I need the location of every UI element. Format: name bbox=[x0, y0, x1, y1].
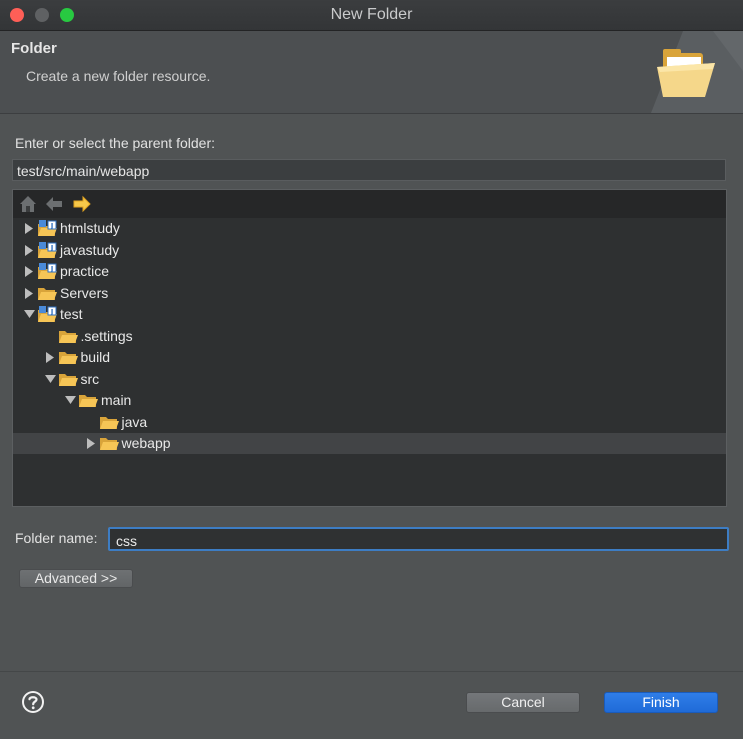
chevron-down-icon[interactable] bbox=[65, 390, 76, 411]
svg-text:J: J bbox=[50, 265, 54, 273]
tree-item-webapp[interactable]: webapp bbox=[13, 433, 726, 454]
chevron-down-icon[interactable] bbox=[44, 369, 56, 390]
folder-icon bbox=[99, 414, 119, 431]
tree-item-label: main bbox=[101, 392, 132, 408]
chevron-down-icon[interactable] bbox=[24, 304, 35, 325]
window-title: New Folder bbox=[330, 6, 413, 23]
project-icon: J bbox=[37, 306, 57, 323]
tree-item-label: java bbox=[121, 413, 148, 430]
folder-icon bbox=[78, 392, 98, 409]
new-folder-dialog: New Folder Folder Create a new folder re… bbox=[0, 0, 743, 739]
tree-item-settings[interactable]: .settings bbox=[13, 326, 726, 347]
cancel-button[interactable]: Cancel bbox=[466, 692, 580, 713]
tree-item-java[interactable]: java bbox=[13, 412, 726, 433]
folder-icon bbox=[58, 371, 78, 388]
tree-item-javastudy[interactable]: Jjavastudy bbox=[13, 240, 726, 261]
tree-toolbar bbox=[13, 190, 726, 218]
tree-item-label: .settings bbox=[80, 327, 133, 344]
tree-item-label: htmlstudy bbox=[60, 220, 120, 236]
folder-icon bbox=[99, 435, 119, 452]
tree-item-practice[interactable]: Jpractice bbox=[13, 261, 726, 282]
parent-folder-label: Enter or select the parent folder: bbox=[15, 135, 215, 151]
tree-body: Jhtmlstudy Jjavastudy Jpractice Servers Jtes… bbox=[13, 218, 726, 506]
svg-text:J: J bbox=[50, 222, 54, 230]
folder-icon bbox=[37, 285, 57, 302]
chevron-right-icon[interactable] bbox=[24, 218, 34, 239]
tree-item-label: practice bbox=[60, 263, 110, 279]
tree-item-test[interactable]: Jtest bbox=[13, 304, 726, 325]
chevron-right-icon[interactable] bbox=[86, 433, 96, 454]
open-folder-icon bbox=[643, 31, 743, 113]
tree-item-src[interactable]: src bbox=[13, 369, 726, 390]
back-arrow-icon[interactable] bbox=[44, 194, 64, 214]
banner-title: Folder bbox=[11, 40, 57, 57]
svg-text:J: J bbox=[50, 308, 54, 316]
folder-icon bbox=[58, 328, 78, 345]
parent-folder-input[interactable]: test/src/main/webapp bbox=[12, 159, 726, 181]
title-bar: New Folder bbox=[0, 0, 743, 31]
tree-item-label: webapp bbox=[121, 435, 171, 451]
finish-button[interactable]: Finish bbox=[604, 692, 718, 713]
home-icon[interactable] bbox=[18, 194, 38, 214]
forward-arrow-icon[interactable] bbox=[72, 194, 92, 214]
footer-separator bbox=[0, 671, 743, 672]
tree-item-label: build bbox=[80, 349, 111, 365]
tree-item-label: src bbox=[80, 370, 100, 387]
svg-text:J: J bbox=[50, 244, 54, 252]
project-icon: J bbox=[37, 241, 57, 259]
chevron-right-icon[interactable] bbox=[24, 283, 34, 304]
folder-tree[interactable]: Jhtmlstudy Jjavastudy Jpractice Servers Jtes… bbox=[12, 189, 727, 507]
project-icon: J bbox=[37, 220, 57, 237]
tree-item-main[interactable]: main bbox=[13, 390, 726, 411]
advanced-button[interactable]: Advanced >> bbox=[19, 569, 133, 588]
tree-item-htmlstudy[interactable]: Jhtmlstudy bbox=[13, 218, 726, 239]
chevron-right-icon[interactable] bbox=[45, 347, 55, 368]
folder-icon bbox=[58, 349, 78, 366]
chevron-right-icon[interactable] bbox=[24, 240, 34, 261]
folder-name-label: Folder name: bbox=[15, 530, 98, 546]
tree-item-servers[interactable]: Servers bbox=[13, 283, 726, 304]
folder-name-input[interactable]: css bbox=[108, 527, 729, 551]
tree-item-build[interactable]: build bbox=[13, 347, 726, 368]
help-icon[interactable] bbox=[21, 690, 45, 714]
tree-item-label: Servers bbox=[60, 284, 109, 301]
project-icon: J bbox=[37, 263, 57, 280]
banner-description: Create a new folder resource. bbox=[26, 68, 211, 84]
tree-item-label: javastudy bbox=[60, 241, 120, 258]
tree-item-label: test bbox=[60, 306, 83, 322]
wizard-banner: Folder Create a new folder resource. bbox=[0, 31, 743, 114]
chevron-right-icon[interactable] bbox=[24, 261, 34, 282]
